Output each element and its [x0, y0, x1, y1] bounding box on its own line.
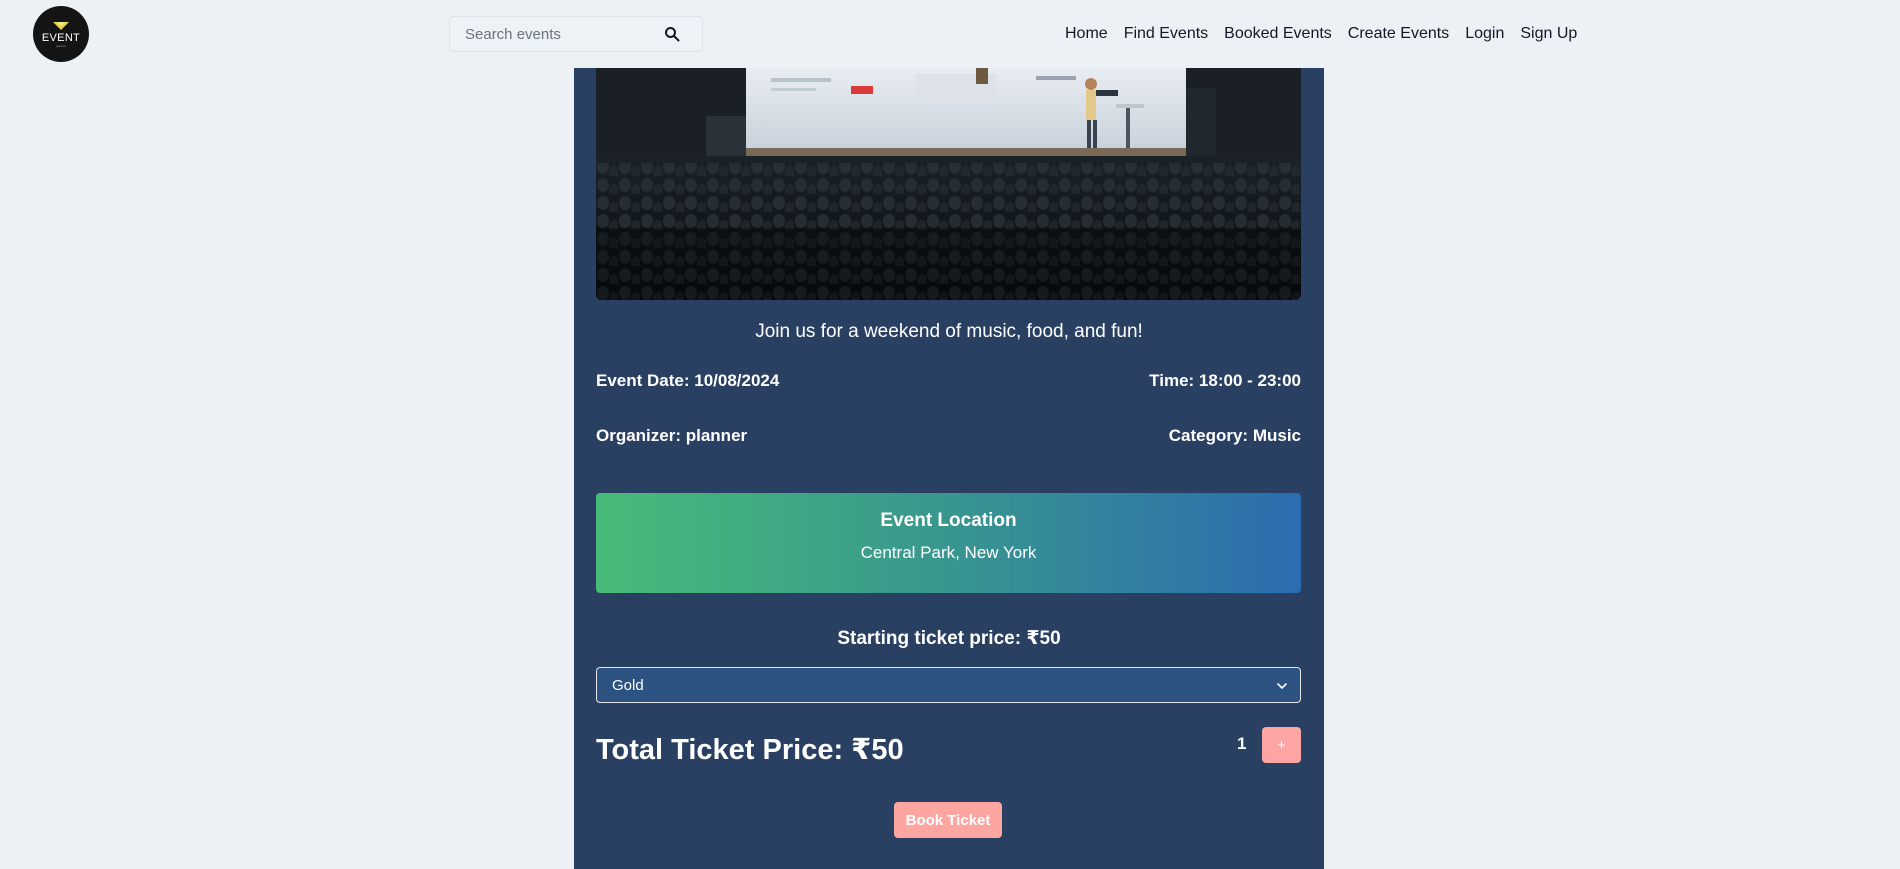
logo-subtext: planner	[55, 43, 66, 48]
event-detail-card: Join us for a weekend of music, food, an…	[574, 68, 1324, 869]
increment-quantity-button[interactable]: +	[1262, 727, 1301, 763]
ticket-type-value: Gold	[612, 677, 644, 694]
nav-find-events[interactable]: Find Events	[1124, 25, 1208, 43]
ticket-quantity: 1	[1237, 734, 1247, 753]
event-organizer: Organizer: planner	[596, 426, 748, 445]
conference-photo	[596, 68, 1301, 300]
starting-ticket-price: Starting ticket price: ₹50	[837, 628, 1061, 649]
logo-text: EVENT	[41, 31, 81, 44]
main-nav: Home Find Events Booked Events Create Ev…	[1065, 0, 1593, 68]
nav-sign-up[interactable]: Sign Up	[1520, 25, 1577, 43]
logo-icon	[53, 21, 69, 30]
top-navbar: EVENT planner Home Find Events Booked Ev…	[0, 0, 1900, 68]
search-input[interactable]	[450, 25, 655, 43]
nav-booked-events[interactable]: Booked Events	[1224, 25, 1332, 43]
logo[interactable]: EVENT planner	[33, 6, 89, 62]
search-icon[interactable]	[664, 26, 680, 42]
total-ticket-price: Total Ticket Price: ₹50	[596, 734, 904, 766]
event-location-value: Central Park, New York	[860, 543, 1037, 562]
book-ticket-button[interactable]: Book Ticket	[894, 802, 1002, 838]
event-image	[596, 68, 1301, 300]
chevron-down-icon	[1277, 683, 1287, 689]
nav-home[interactable]: Home	[1065, 25, 1108, 43]
event-organizer-category-row: Organizer: planner Category: Music	[596, 426, 1301, 446]
event-category: Category: Music	[1168, 426, 1301, 445]
nav-login[interactable]: Login	[1465, 25, 1504, 43]
ticket-type-select[interactable]: Gold	[596, 667, 1301, 703]
event-location-panel: Event Location Central Park, New York	[596, 493, 1301, 593]
event-time: Time: 18:00 - 23:00	[1149, 371, 1301, 390]
event-location-title: Event Location	[880, 510, 1017, 531]
search-bar	[449, 16, 703, 52]
nav-create-events[interactable]: Create Events	[1348, 25, 1449, 43]
event-description: Join us for a weekend of music, food, an…	[755, 321, 1143, 342]
event-date-time-row: Event Date: 10/08/2024 Time: 18:00 - 23:…	[596, 371, 1301, 391]
event-date: Event Date: 10/08/2024	[596, 371, 780, 390]
